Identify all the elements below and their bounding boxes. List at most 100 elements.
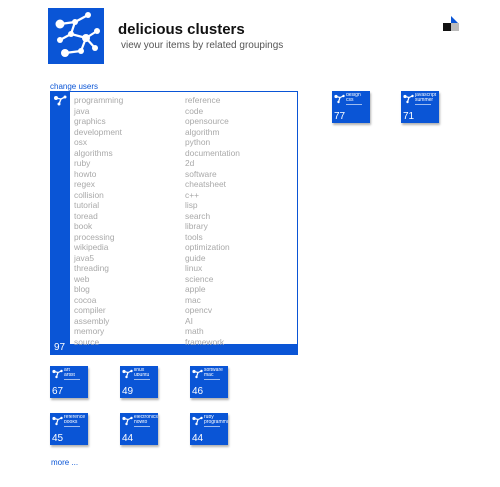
app-subtitle: view your items by related groupings — [121, 40, 284, 51]
tile-count: 45 — [52, 433, 64, 444]
change-users-link[interactable]: change users — [50, 82, 98, 91]
tag-link[interactable]: apple — [185, 284, 240, 295]
tag-link[interactable]: regex — [74, 179, 123, 190]
tag-column-right: reference code opensource algorithm python do… — [185, 95, 240, 347]
tag-link[interactable]: math — [185, 326, 240, 337]
app-title: delicious clusters — [118, 21, 245, 38]
cluster-tile[interactable]: design css 77 — [332, 91, 370, 123]
tag-link[interactable]: collision — [74, 190, 123, 201]
tag-link[interactable]: ruby — [74, 158, 123, 169]
tag-link[interactable]: java — [74, 106, 123, 117]
tile-count: 44 — [192, 433, 204, 444]
tag-link[interactable]: blog — [74, 284, 123, 295]
tag-link[interactable]: howto — [74, 169, 123, 180]
cluster-graph-icon — [122, 416, 133, 426]
tag-link[interactable]: processing — [74, 232, 123, 243]
tag-link[interactable]: graphics — [74, 116, 123, 127]
tag-link[interactable]: algorithms — [74, 148, 123, 159]
tag-column-left: programming java graphics development osx alg… — [74, 95, 123, 347]
tag-link[interactable]: linux — [185, 263, 240, 274]
tag-link[interactable]: web — [74, 274, 123, 285]
tag-link[interactable]: java5 — [74, 253, 123, 264]
tile-tag: summer — [415, 98, 434, 104]
tile-count: 67 — [52, 386, 64, 397]
tag-link[interactable]: threading — [74, 263, 123, 274]
cluster-tile[interactable]: javascript summer 71 — [401, 91, 439, 123]
tile-tag: books — [64, 420, 78, 426]
tag-link[interactable]: wikipedia — [74, 242, 123, 253]
cluster-graph-icon — [192, 416, 203, 426]
tile-tag-rule — [346, 104, 362, 106]
tag-link[interactable]: opensource — [185, 116, 240, 127]
tile-tag-rule — [204, 379, 220, 381]
tag-link[interactable]: assembly — [74, 316, 123, 327]
tag-link[interactable]: reference — [185, 95, 240, 106]
tile-tag-rule — [204, 426, 220, 428]
tile-tag-rule — [64, 379, 80, 381]
tag-link[interactable]: documentation — [185, 148, 240, 159]
tile-tag: artist — [64, 373, 75, 379]
cluster-tile[interactable]: linux ubuntu 49 — [120, 366, 158, 398]
tag-link[interactable]: 2d — [185, 158, 240, 169]
tag-link[interactable]: cheatsheet — [185, 179, 240, 190]
tag-link[interactable]: AI — [185, 316, 240, 327]
cluster-graph-icon — [122, 369, 133, 379]
tag-link[interactable]: optimization — [185, 242, 240, 253]
tile-tag-rule — [415, 104, 431, 106]
tag-link[interactable]: library — [185, 221, 240, 232]
expanded-cluster[interactable]: 97 programming java graphics development osx… — [50, 91, 298, 355]
tag-link[interactable]: tutorial — [74, 200, 123, 211]
tag-link[interactable]: software — [185, 169, 240, 180]
tag-link[interactable]: osx — [74, 137, 123, 148]
tag-link[interactable]: compiler — [74, 305, 123, 316]
cluster-graph-icon — [52, 369, 63, 379]
tag-link[interactable]: algorithm — [185, 127, 240, 138]
tag-link[interactable]: framework — [185, 337, 240, 348]
tag-link[interactable]: memory — [74, 326, 123, 337]
cluster-graph-icon — [54, 95, 67, 106]
tag-link[interactable]: science — [185, 274, 240, 285]
cluster-tile[interactable]: art artist 67 — [50, 366, 88, 398]
app-logo — [48, 8, 104, 64]
cluster-graph-icon — [192, 369, 203, 379]
flag-icon[interactable] — [442, 15, 460, 33]
network-graph-icon — [55, 12, 100, 57]
cluster-graph-icon — [334, 94, 345, 104]
cluster-graph-icon — [52, 416, 63, 426]
tile-tag-rule — [134, 426, 150, 428]
tile-tag: programming — [204, 420, 228, 426]
tag-link[interactable]: programming — [74, 95, 123, 106]
tag-link[interactable]: book — [74, 221, 123, 232]
cluster-tile[interactable]: rubyprogramming44 — [190, 413, 228, 445]
tile-tag-rule — [64, 426, 80, 428]
tag-link[interactable]: python — [185, 137, 240, 148]
tag-link[interactable]: tools — [185, 232, 240, 243]
cluster-graph-icon — [403, 94, 414, 104]
more-link[interactable]: more ... — [51, 458, 78, 467]
tag-link[interactable]: code — [185, 106, 240, 117]
tag-link[interactable]: search — [185, 211, 240, 222]
cluster-tile[interactable]: software mac 46 — [190, 366, 228, 398]
tile-count: 77 — [334, 111, 346, 122]
tag-link[interactable]: lisp — [185, 200, 240, 211]
tag-link[interactable]: mac — [185, 295, 240, 306]
tag-link[interactable]: toread — [74, 211, 123, 222]
tag-link[interactable]: opencv — [185, 305, 240, 316]
tile-count: 44 — [122, 433, 134, 444]
tag-link[interactable]: c++ — [185, 190, 240, 201]
tile-count: 71 — [403, 111, 415, 122]
tag-link[interactable]: development — [74, 127, 123, 138]
tile-tag-rule — [134, 379, 150, 381]
tile-count: 49 — [122, 386, 134, 397]
tile-tag: ubuntu — [134, 373, 150, 379]
cluster-tile[interactable]: electronics howto 44 — [120, 413, 158, 445]
tag-link[interactable]: source — [74, 337, 123, 348]
cluster-tile[interactable]: reference books 45 — [50, 413, 88, 445]
cluster-count: 97 — [54, 342, 66, 353]
tile-tag: css — [346, 98, 354, 104]
tag-link[interactable]: cocoa — [74, 295, 123, 306]
tile-tag: mac — [204, 373, 214, 379]
cluster-sidebar — [51, 92, 70, 354]
tile-tag: howto — [134, 420, 148, 426]
tag-link[interactable]: guide — [185, 253, 240, 264]
